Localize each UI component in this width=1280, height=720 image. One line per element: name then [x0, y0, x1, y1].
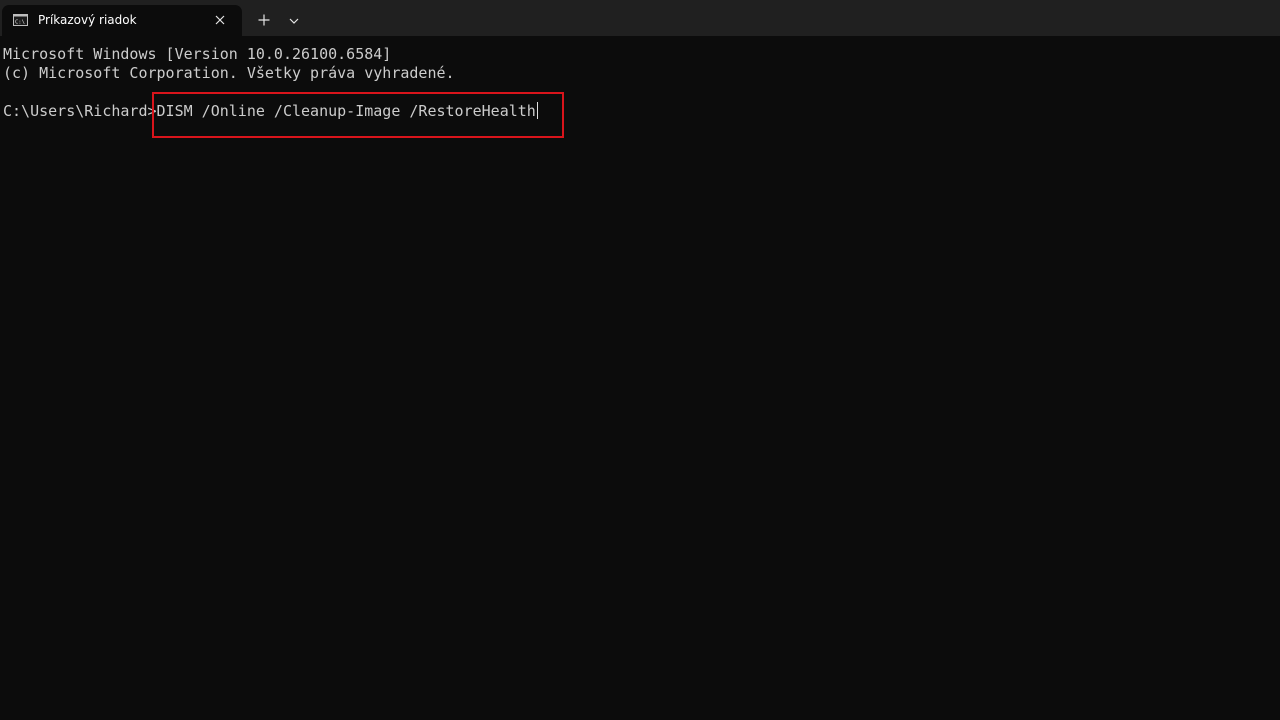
- tab-title: Príkazový riadok: [38, 13, 137, 27]
- output-line-version: Microsoft Windows [Version 10.0.26100.65…: [3, 45, 392, 63]
- svg-text:C:\: C:\: [15, 20, 25, 26]
- output-line-copyright: (c) Microsoft Corporation. Všetky práva …: [3, 64, 455, 82]
- tab-command-prompt[interactable]: C:\ Príkazový riadok: [2, 5, 242, 36]
- plus-icon[interactable]: [254, 10, 274, 30]
- tab-bar: C:\ Príkazový riadok: [0, 0, 1280, 36]
- highlight-box: [152, 92, 564, 138]
- cmd-icon: C:\: [13, 14, 28, 26]
- terminal-window: C:\ Príkazový riadok Microsoft Windows […: [0, 0, 1280, 720]
- chevron-down-icon[interactable]: [284, 11, 304, 31]
- prompt: C:\Users\Richard>: [3, 102, 157, 120]
- close-icon[interactable]: [212, 12, 228, 28]
- terminal-output[interactable]: Microsoft Windows [Version 10.0.26100.65…: [0, 36, 1280, 720]
